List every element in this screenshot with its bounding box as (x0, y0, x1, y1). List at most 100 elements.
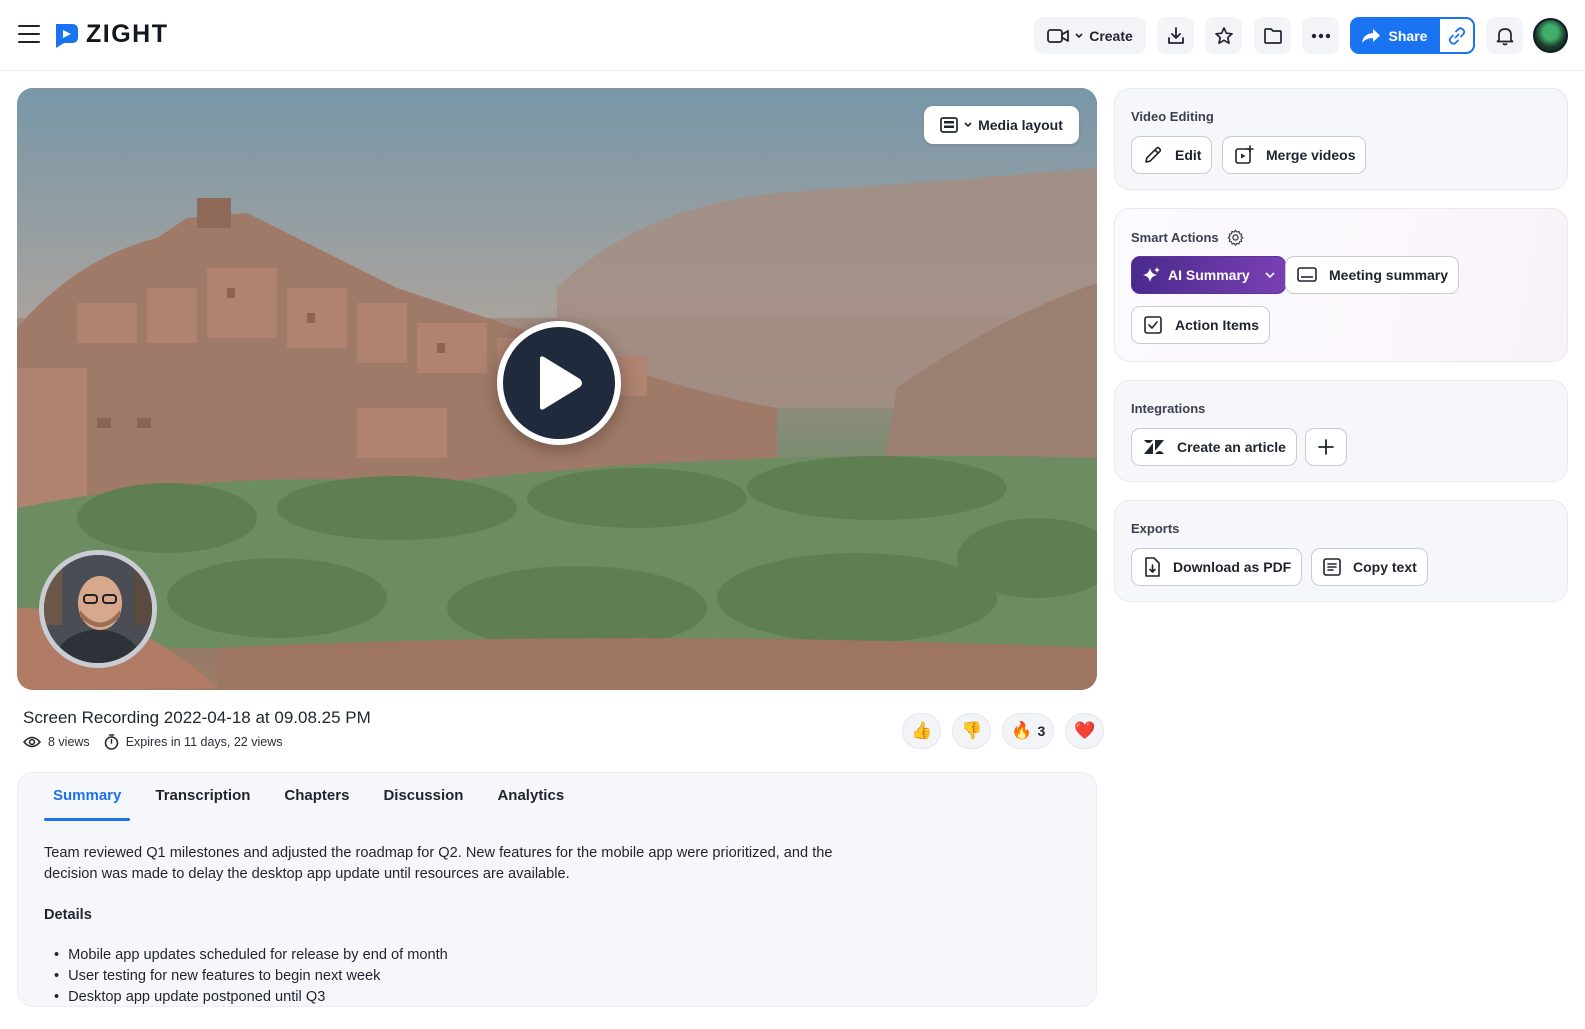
webcam-bubble[interactable] (39, 550, 157, 668)
content-panel: Summary Transcription Chapters Discussio… (17, 772, 1097, 1007)
reaction-heart[interactable]: ❤️ (1065, 713, 1105, 749)
meeting-summary-label: Meeting summary (1329, 267, 1449, 283)
card-title: Exports (1131, 521, 1180, 536)
video-title: Screen Recording 2022-04-18 at 09.08.25 … (23, 708, 371, 727)
more-horizontal-icon (1311, 33, 1330, 38)
list-item: Mobile app updates scheduled for release… (54, 945, 448, 966)
card-title: Video Editing (1131, 109, 1214, 124)
share-label: Share (1388, 27, 1428, 44)
action-items-button[interactable]: Action Items (1131, 306, 1271, 344)
folder-button[interactable] (1254, 17, 1291, 54)
chevron-down-icon (964, 122, 972, 128)
create-button[interactable]: Create (1034, 17, 1146, 54)
app-logo[interactable]: ZIGHT (52, 20, 169, 49)
heart-icon: ❤️ (1074, 721, 1096, 740)
tab-chapters[interactable]: Chapters (267, 773, 366, 819)
chevron-down-icon (1265, 272, 1275, 278)
reaction-count: 3 (1037, 723, 1046, 739)
reactions-bar: 👍 👎 🔥 3 ❤️ (902, 713, 1105, 749)
video-camera-icon (1047, 28, 1070, 43)
download-button[interactable] (1157, 17, 1194, 54)
logo-text: ZIGHT (86, 20, 169, 48)
video-player[interactable]: Media layout (17, 88, 1097, 690)
chevron-down-icon (1075, 32, 1083, 38)
document-icon (1297, 267, 1317, 282)
tab-transcription[interactable]: Transcription (138, 773, 267, 819)
card-title: Smart Actions (1131, 229, 1244, 246)
file-download-icon (1145, 557, 1160, 577)
list-item: User testing for new features to begin n… (54, 966, 448, 987)
edit-button[interactable]: Edit (1131, 136, 1213, 174)
layout-icon (940, 117, 958, 133)
add-integration-button[interactable] (1305, 428, 1347, 466)
share-button-group: Share (1350, 17, 1475, 54)
play-icon (540, 356, 582, 410)
summary-text: Team reviewed Q1 milestones and adjusted… (44, 845, 833, 882)
zight-logo-icon (56, 23, 78, 48)
smart-actions-title: Smart Actions (1131, 230, 1219, 245)
download-pdf-button[interactable]: Download as PDF (1131, 548, 1303, 586)
merge-videos-button[interactable]: Merge videos (1222, 136, 1367, 174)
merge-videos-label: Merge videos (1266, 147, 1356, 163)
text-document-icon (1323, 558, 1341, 576)
eye-icon (23, 736, 41, 748)
sparkle-icon (1143, 267, 1160, 282)
ai-summary-button[interactable]: AI Summary (1131, 256, 1286, 294)
top-bar: ZIGHT Create Share (0, 0, 1585, 71)
create-label: Create (1089, 27, 1133, 44)
views-item: 8 views (23, 735, 90, 749)
copy-link-button[interactable] (1438, 17, 1475, 54)
thumbs-up-icon: 👍 (911, 721, 933, 740)
pencil-icon (1145, 146, 1162, 163)
favorite-button[interactable] (1205, 17, 1242, 54)
reaction-fire[interactable]: 🔥 3 (1002, 713, 1055, 749)
download-icon (1167, 26, 1184, 44)
gear-icon[interactable] (1227, 229, 1244, 246)
video-meta: 8 views Expires in 11 days, 22 views (23, 734, 282, 750)
media-layout-button[interactable]: Media layout (924, 106, 1079, 144)
checkbox-icon (1144, 316, 1162, 334)
folder-icon (1263, 27, 1282, 44)
presenter-image (44, 555, 152, 663)
merge-video-icon (1235, 145, 1254, 164)
create-article-button[interactable]: Create an article (1131, 428, 1297, 466)
share-button[interactable]: Share (1350, 17, 1438, 54)
ai-summary-label: AI Summary (1168, 267, 1250, 283)
smart-actions-card: Smart Actions AI Summary Meeting summary… (1114, 208, 1568, 362)
tab-analytics[interactable]: Analytics (480, 773, 581, 819)
create-article-label: Create an article (1177, 439, 1286, 455)
link-icon (1448, 26, 1465, 45)
star-icon (1214, 26, 1233, 44)
integrations-card: Integrations Create an article (1114, 380, 1568, 482)
play-button[interactable] (497, 321, 621, 445)
meeting-summary-button[interactable]: Meeting summary (1285, 256, 1460, 294)
expiry-text: Expires in 11 days, 22 views (125, 735, 283, 749)
bell-icon (1496, 27, 1513, 45)
edit-label: Edit (1175, 147, 1202, 163)
tab-bar: Summary Transcription Chapters Discussio… (36, 773, 581, 821)
views-count: 8 views (48, 735, 90, 749)
more-options-button[interactable] (1302, 17, 1339, 54)
download-pdf-label: Download as PDF (1173, 559, 1292, 575)
user-avatar[interactable] (1533, 18, 1568, 53)
timer-icon (104, 734, 118, 750)
share-arrow-icon (1361, 28, 1380, 43)
details-list: Mobile app updates scheduled for release… (54, 945, 448, 1006)
tab-summary[interactable]: Summary (36, 773, 138, 821)
expiry-item: Expires in 11 days, 22 views (104, 734, 283, 750)
plus-icon (1318, 439, 1334, 455)
list-item: Desktop app update postponed until Q3 (54, 987, 448, 1006)
fire-icon: 🔥 (1011, 721, 1033, 740)
media-layout-label: Media layout (978, 117, 1063, 133)
reaction-thumbs-up[interactable]: 👍 (902, 713, 942, 749)
notifications-button[interactable] (1486, 17, 1523, 54)
copy-text-label: Copy text (1353, 559, 1417, 575)
card-title: Integrations (1131, 401, 1206, 416)
tab-discussion[interactable]: Discussion (366, 773, 480, 819)
menu-icon[interactable] (18, 25, 40, 43)
action-items-label: Action Items (1175, 317, 1260, 333)
video-editing-card: Video Editing Edit Merge videos (1114, 88, 1568, 190)
reaction-thumbs-down[interactable]: 👎 (952, 713, 992, 749)
thumbs-down-icon: 👎 (961, 721, 983, 740)
copy-text-button[interactable]: Copy text (1311, 548, 1428, 586)
